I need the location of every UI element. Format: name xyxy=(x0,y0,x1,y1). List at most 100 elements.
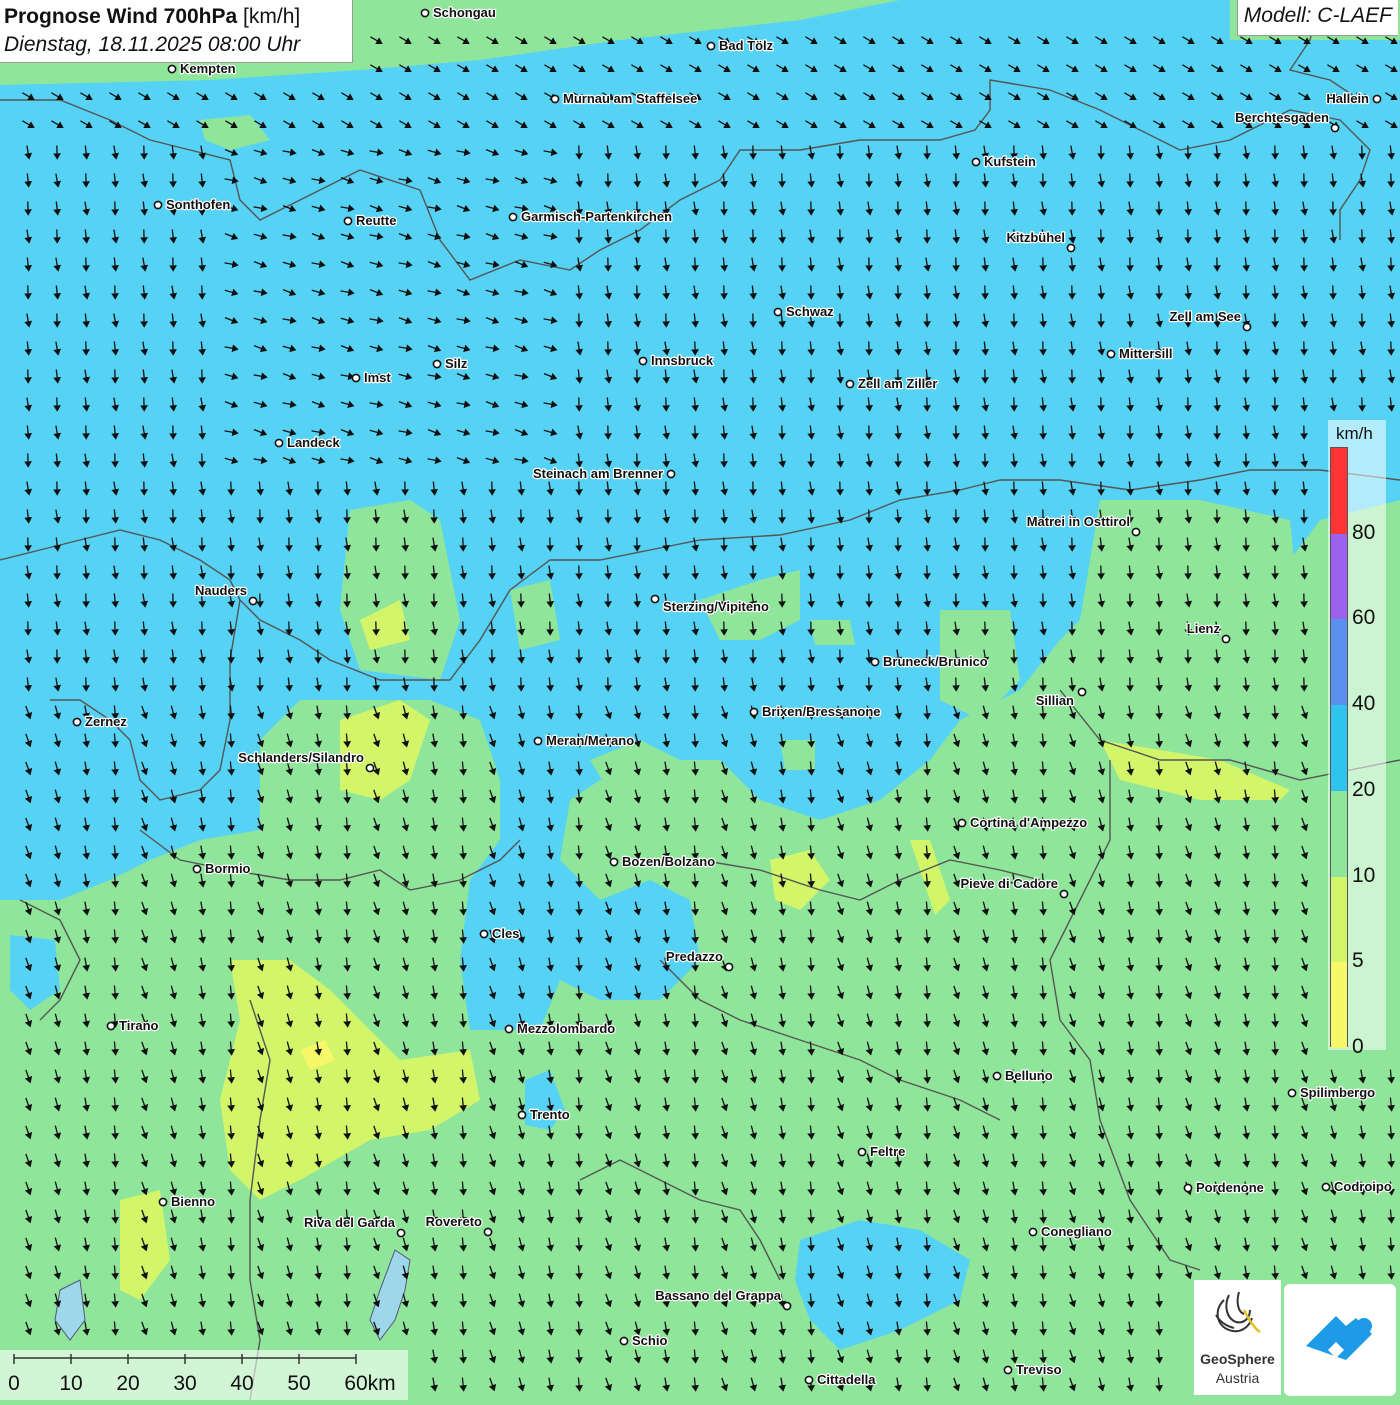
city-marker: Pordenone xyxy=(1184,1180,1264,1195)
city-label: Schio xyxy=(632,1333,667,1348)
legend-color-bar xyxy=(1330,447,1348,1047)
city-dot xyxy=(774,308,781,315)
city-dot xyxy=(958,819,965,826)
city-dot xyxy=(858,1148,865,1155)
geosphere-name: GeoSphere xyxy=(1194,1351,1281,1367)
city-label: Imst xyxy=(364,370,391,385)
city-marker: Brixen/Bressanone xyxy=(750,704,880,719)
city-label: Zell am Ziller xyxy=(858,376,937,391)
city-label: Cles xyxy=(492,926,519,941)
city-dot xyxy=(1222,635,1229,642)
city-label: Mezzolombardo xyxy=(517,1021,615,1036)
city-label: Zell am See xyxy=(1169,309,1241,324)
city-marker: Mezzolombardo xyxy=(505,1021,615,1036)
city-dot xyxy=(352,374,359,381)
city-label: Sillian xyxy=(1036,693,1074,708)
map-title: Prognose Wind 700hPa [km/h] xyxy=(4,3,352,31)
city-dot xyxy=(193,865,200,872)
city-marker: Garmisch-Partenkirchen xyxy=(509,209,672,224)
city-marker: Sterzing/Vipiteno xyxy=(651,595,769,614)
forecast-datetime: Dienstag, 18.11.2025 08:00 Uhr xyxy=(4,31,352,59)
city-marker: Sonthofen xyxy=(154,197,230,212)
map-title-main: Prognose Wind 700hPa xyxy=(4,5,237,28)
city-dot xyxy=(168,65,175,72)
model-label: Modell: C-LAEF xyxy=(1237,0,1398,36)
city-label: Spilimbergo xyxy=(1300,1085,1375,1100)
city-dot xyxy=(433,360,440,367)
city-label: Feltre xyxy=(870,1144,905,1159)
city-label: Innsbruck xyxy=(651,353,714,368)
city-dot xyxy=(993,1072,1000,1079)
city-label: Zernez xyxy=(85,714,127,729)
city-dot xyxy=(154,201,161,208)
city-dot xyxy=(366,764,373,771)
city-dot xyxy=(1132,528,1139,535)
city-marker: Cortina d'Ampezzo xyxy=(958,815,1087,830)
city-dot xyxy=(707,42,714,49)
city-label: Schongau xyxy=(433,5,496,20)
city-label: Bozen/Bolzano xyxy=(622,854,715,869)
city-dot xyxy=(421,9,428,16)
scale-tick-label: 20 xyxy=(116,1372,139,1396)
city-marker: Conegliano xyxy=(1029,1224,1111,1239)
city-label: Pordenone xyxy=(1196,1180,1264,1195)
city-label: Sterzing/Vipiteno xyxy=(663,599,769,614)
scale-tick-label: 60km xyxy=(344,1372,395,1396)
city-label: Conegliano xyxy=(1041,1224,1112,1239)
legend-label: 0 xyxy=(1352,1035,1364,1059)
green-patch-6 xyxy=(810,620,855,645)
city-dot xyxy=(620,1337,627,1344)
color-legend: km/h 051020406080 xyxy=(1328,420,1386,1050)
city-label: Bormio xyxy=(205,861,251,876)
city-label: Cittadella xyxy=(817,1372,876,1387)
map-title-unit: [km/h] xyxy=(243,5,300,28)
city-label: Treviso xyxy=(1016,1362,1062,1377)
city-marker: Zell am Ziller xyxy=(846,376,937,391)
legend-label: 5 xyxy=(1352,949,1364,973)
city-label: Nauders xyxy=(195,583,247,598)
legend-label: 10 xyxy=(1352,864,1375,888)
city-dot xyxy=(344,217,351,224)
city-dot xyxy=(871,658,878,665)
legend-label: 80 xyxy=(1352,521,1375,545)
scale-tick-label: 0 xyxy=(8,1372,20,1396)
city-dot xyxy=(73,718,80,725)
city-label: Meran/Merano xyxy=(546,733,634,748)
city-dot xyxy=(1004,1366,1011,1373)
city-dot xyxy=(480,930,487,937)
city-dot xyxy=(509,213,516,220)
legend-segment xyxy=(1331,534,1347,620)
city-dot xyxy=(1184,1184,1191,1191)
city-label: Matrei in Osttirol xyxy=(1027,514,1130,529)
legend-label: 60 xyxy=(1352,606,1375,630)
city-label: Cortina d'Ampezzo xyxy=(970,815,1087,830)
legend-unit: km/h xyxy=(1336,424,1373,444)
city-label: Kitzbühel xyxy=(1007,230,1066,245)
city-marker: Murnau am Staffelsee xyxy=(551,91,697,106)
city-dot xyxy=(1060,890,1067,897)
city-marker: Bozen/Bolzano xyxy=(610,854,715,869)
city-marker: Cittadella xyxy=(805,1372,876,1387)
city-dot xyxy=(610,858,617,865)
city-dot xyxy=(667,470,674,477)
city-label: Belluno xyxy=(1005,1068,1053,1083)
scale-tick-label: 10 xyxy=(59,1372,82,1396)
legend-label: 40 xyxy=(1352,692,1375,716)
city-dot xyxy=(846,380,853,387)
scale-tick-label: 40 xyxy=(230,1372,253,1396)
city-dot xyxy=(783,1302,790,1309)
city-dot xyxy=(534,737,541,744)
city-dot xyxy=(107,1022,114,1029)
city-label: Brixen/Bressanone xyxy=(762,704,881,719)
city-dot xyxy=(551,95,558,102)
city-dot xyxy=(750,708,757,715)
city-dot xyxy=(805,1376,812,1383)
city-label: Schlanders/Silandro xyxy=(238,750,364,765)
city-label: Codroipo xyxy=(1334,1179,1392,1194)
city-dot xyxy=(651,595,658,602)
green-patch-8 xyxy=(780,740,815,770)
city-dot xyxy=(518,1111,525,1118)
city-dot xyxy=(1331,124,1338,131)
city-label: Pieve di Cadore xyxy=(960,876,1058,891)
city-dot xyxy=(639,357,646,364)
